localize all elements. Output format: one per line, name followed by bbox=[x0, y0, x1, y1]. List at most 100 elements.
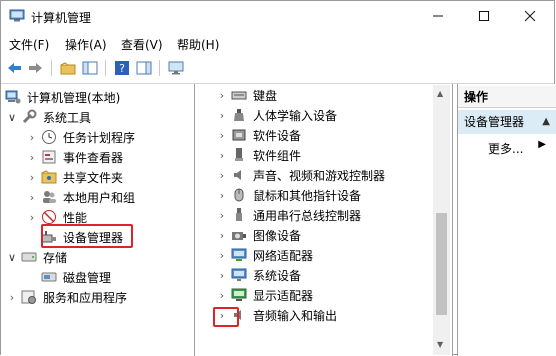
up-folder-icon[interactable] bbox=[59, 59, 77, 77]
more-actions-link[interactable]: 更多... bbox=[488, 140, 523, 157]
menu-view[interactable]: 查看(V) bbox=[121, 36, 163, 53]
tree-item-shared-folders[interactable]: › 共享文件夹 bbox=[27, 168, 123, 186]
chevron-right-icon[interactable]: › bbox=[217, 189, 227, 202]
tree-item-label: 存储 bbox=[43, 250, 68, 265]
performance-icon bbox=[41, 209, 57, 225]
scroll-up-icon[interactable]: ▲ bbox=[437, 89, 443, 98]
scroll-down-icon[interactable]: ▼ bbox=[437, 340, 443, 349]
back-icon[interactable] bbox=[5, 59, 23, 77]
device-category-label: 键盘 bbox=[253, 88, 278, 103]
device-category-label: 显示适配器 bbox=[253, 288, 314, 303]
device-category-label: 系统设备 bbox=[253, 268, 302, 283]
console-tree-pane: 计算机管理(本地) ∨ 系统工具 › 任务计划程序 › 事件查看器 › 共享文件… bbox=[1, 84, 195, 356]
chevron-right-icon[interactable]: › bbox=[27, 191, 37, 204]
chevron-right-icon[interactable]: › bbox=[217, 169, 227, 182]
tree-item-label: 共享文件夹 bbox=[63, 170, 124, 185]
toolbar-separator bbox=[105, 60, 106, 76]
chevron-right-icon[interactable]: › bbox=[27, 171, 37, 184]
monitor-icon[interactable] bbox=[167, 59, 185, 77]
actions-section-device-manager[interactable]: 设备管理器 ▲ bbox=[458, 110, 556, 134]
device-category-row[interactable]: › 软件设备 bbox=[217, 126, 301, 144]
device-category-label: 音频输入和输出 bbox=[253, 308, 338, 323]
tree-item-storage[interactable]: ∨ 存储 bbox=[7, 248, 67, 266]
close-button[interactable] bbox=[507, 1, 553, 31]
display-adapter-icon bbox=[231, 287, 247, 303]
minimize-button[interactable] bbox=[415, 1, 461, 31]
users-icon bbox=[41, 189, 57, 205]
device-category-row[interactable]: › 系统设备 bbox=[217, 266, 301, 284]
computer-management-app-icon bbox=[9, 9, 25, 23]
system-tools-icon bbox=[21, 109, 37, 125]
device-manager-highlight bbox=[41, 224, 133, 248]
tree-item-label: 事件查看器 bbox=[63, 150, 124, 165]
tree-item-label: 磁盘管理 bbox=[63, 270, 112, 285]
tree-item-label: 本地用户和组 bbox=[63, 190, 136, 205]
tree-item-local-users[interactable]: › 本地用户和组 bbox=[27, 188, 135, 206]
shared-folder-icon bbox=[41, 169, 57, 185]
computer-management-window: 计算机管理 文件(F) 操作(A) 查看(V) 帮助(H) ? 计算机管理(本地… bbox=[0, 0, 556, 356]
toolbar-separator bbox=[51, 60, 52, 76]
device-category-label: 图像设备 bbox=[253, 228, 302, 243]
tree-item-event-viewer[interactable]: › 事件查看器 bbox=[27, 148, 123, 166]
toolbar: ? bbox=[1, 57, 554, 81]
title-bar: 计算机管理 bbox=[1, 1, 554, 33]
tree-item-label: 性能 bbox=[63, 210, 88, 225]
tree-root-label: 计算机管理(本地) bbox=[27, 90, 121, 105]
menu-help[interactable]: 帮助(H) bbox=[177, 36, 219, 53]
chevron-down-icon[interactable]: ∨ bbox=[7, 251, 17, 264]
show-hide-console-tree-icon[interactable] bbox=[81, 59, 99, 77]
usb-icon bbox=[231, 207, 247, 223]
event-viewer-icon bbox=[41, 149, 57, 165]
menu-file[interactable]: 文件(F) bbox=[9, 36, 49, 53]
tree-item-services-apps[interactable]: › 服务和应用程序 bbox=[7, 288, 127, 306]
tree-item-disk-management[interactable]: 磁盘管理 bbox=[41, 268, 111, 286]
software-device-icon bbox=[231, 127, 247, 143]
device-category-label: 鼠标和其他指针设备 bbox=[253, 188, 362, 203]
chevron-right-icon[interactable]: › bbox=[217, 269, 227, 282]
menu-action[interactable]: 操作(A) bbox=[65, 36, 107, 53]
collapse-up-icon[interactable]: ▲ bbox=[542, 110, 550, 134]
actions-title: 操作 bbox=[458, 86, 556, 108]
chevron-right-icon[interactable]: › bbox=[217, 129, 227, 142]
chevron-right-icon[interactable]: › bbox=[27, 131, 37, 144]
chevron-right-icon[interactable]: › bbox=[217, 109, 227, 122]
system-device-icon bbox=[231, 267, 247, 283]
disk-management-icon bbox=[41, 269, 57, 285]
chevron-right-icon[interactable]: › bbox=[7, 291, 17, 304]
tree-root[interactable]: 计算机管理(本地) bbox=[5, 88, 120, 106]
chevron-right-icon[interactable]: › bbox=[217, 149, 227, 162]
device-category-row[interactable]: › 网络适配器 bbox=[217, 246, 313, 264]
maximize-button[interactable] bbox=[461, 1, 507, 31]
device-category-row[interactable]: › 键盘 bbox=[217, 86, 277, 104]
device-category-row[interactable]: › 显示适配器 bbox=[217, 286, 313, 304]
chevron-right-icon[interactable]: › bbox=[27, 151, 37, 164]
tree-item-system-tools[interactable]: ∨ 系统工具 bbox=[7, 108, 91, 126]
toolbar-separator bbox=[159, 60, 160, 76]
chevron-right-icon[interactable]: ▶ bbox=[538, 139, 546, 150]
services-apps-icon bbox=[21, 289, 37, 305]
actions-pane: 操作 设备管理器 ▲ 更多... ▶ bbox=[457, 84, 556, 356]
chevron-right-icon[interactable]: › bbox=[217, 289, 227, 302]
chevron-right-icon[interactable]: › bbox=[27, 211, 37, 224]
scrollbar-thumb[interactable] bbox=[436, 213, 447, 315]
show-hide-action-pane-icon[interactable] bbox=[135, 59, 153, 77]
chevron-right-icon[interactable]: › bbox=[217, 209, 227, 222]
chevron-right-icon[interactable]: › bbox=[217, 89, 227, 102]
device-category-row[interactable]: › 通用串行总线控制器 bbox=[217, 206, 361, 224]
device-category-label: 软件组件 bbox=[253, 148, 302, 163]
device-category-row[interactable]: › 图像设备 bbox=[217, 226, 301, 244]
device-category-row[interactable]: › 人体学输入设备 bbox=[217, 106, 337, 124]
vertical-scrollbar[interactable]: ▲ ▼ bbox=[433, 85, 450, 355]
chevron-right-icon[interactable]: › bbox=[217, 229, 227, 242]
chevron-down-icon[interactable]: ∨ bbox=[7, 111, 17, 124]
device-category-row[interactable]: › 声音、视频和游戏控制器 bbox=[217, 166, 385, 184]
chevron-right-icon[interactable]: › bbox=[217, 249, 227, 262]
audio-io-expand-highlight bbox=[213, 307, 239, 327]
forward-icon[interactable] bbox=[27, 59, 45, 77]
help-icon[interactable]: ? bbox=[113, 59, 131, 77]
computer-management-icon bbox=[5, 89, 21, 105]
device-category-row[interactable]: › 鼠标和其他指针设备 bbox=[217, 186, 361, 204]
tree-item-task-scheduler[interactable]: › 任务计划程序 bbox=[27, 128, 135, 146]
device-category-row[interactable]: › 软件组件 bbox=[217, 146, 301, 164]
actions-section-label: 设备管理器 bbox=[464, 115, 525, 129]
